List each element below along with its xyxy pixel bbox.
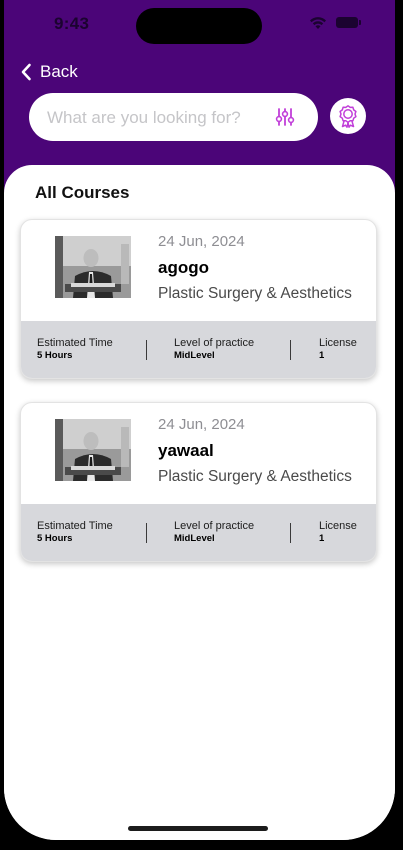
- back-label: Back: [40, 62, 78, 81]
- meta-divider: [290, 523, 291, 543]
- phone-frame: 9:43 Back What are you looking for? All …: [0, 0, 403, 850]
- license-label: License: [319, 520, 357, 532]
- certificate-button[interactable]: [330, 98, 366, 134]
- content-panel: All Courses 24 Jun, 2024 agogo Plastic S…: [4, 165, 395, 840]
- course-category: Plastic Surgery & Aesthetics: [158, 285, 352, 302]
- course-title: yawaal: [158, 441, 214, 460]
- level-value: MidLevel: [174, 533, 215, 544]
- license: License 1: [319, 520, 357, 544]
- dynamic-island: [136, 8, 262, 44]
- course-card[interactable]: 24 Jun, 2024 agogo Plastic Surgery & Aes…: [20, 219, 377, 379]
- estimated-time-label: Estimated Time: [37, 520, 113, 532]
- estimated-time-value: 5 Hours: [37, 533, 73, 544]
- course-title: agogo: [158, 258, 209, 277]
- search-bar: [29, 93, 318, 143]
- license: License 1: [319, 337, 357, 361]
- course-card[interactable]: 24 Jun, 2024 yawaal Plastic Surgery & Ae…: [20, 402, 377, 562]
- course-thumbnail-image: [49, 234, 133, 300]
- level-label: Level of practice: [174, 520, 255, 532]
- wifi-icon: [310, 17, 326, 29]
- level-of-practice: Level of practice MidLevel: [174, 520, 254, 544]
- chevron-left-icon: [21, 63, 31, 81]
- level-of-practice: Level of practice MidLevel: [174, 337, 254, 361]
- meta-divider: [290, 340, 291, 360]
- meta-divider: [146, 340, 147, 360]
- estimated-time-label: Estimated Time: [37, 337, 113, 349]
- course-date: 24 Jun, 2024: [158, 416, 245, 433]
- section-title: All Courses: [35, 183, 130, 202]
- level-value: MidLevel: [174, 350, 215, 361]
- course-meta: Estimated Time 5 Hours Level of practice…: [21, 504, 376, 561]
- sliders-icon[interactable]: [274, 106, 296, 128]
- search-input[interactable]: [45, 93, 269, 143]
- course-meta: Estimated Time 5 Hours Level of practice…: [21, 321, 376, 378]
- home-indicator[interactable]: [128, 826, 268, 831]
- back-button[interactable]: Back: [20, 60, 78, 84]
- estimated-time: Estimated Time 5 Hours: [37, 520, 113, 544]
- course-category: Plastic Surgery & Aesthetics: [158, 468, 352, 485]
- status-bar: 9:43: [4, 0, 395, 48]
- app-screen: 9:43 Back What are you looking for? All …: [4, 0, 395, 840]
- meta-divider: [146, 523, 147, 543]
- battery-icon: [336, 17, 361, 28]
- estimated-time: Estimated Time 5 Hours: [37, 337, 113, 361]
- estimated-time-value: 5 Hours: [37, 350, 73, 361]
- license-value: 1: [319, 350, 325, 361]
- course-thumbnail: [49, 417, 133, 483]
- course-date: 24 Jun, 2024: [158, 233, 245, 250]
- status-time: 9:43: [54, 14, 90, 33]
- level-label: Level of practice: [174, 337, 255, 349]
- license-value: 1: [319, 533, 325, 544]
- license-label: License: [319, 337, 357, 349]
- course-thumbnail-image: [49, 417, 133, 483]
- award-badge-icon: [339, 105, 357, 128]
- course-thumbnail: [49, 234, 133, 300]
